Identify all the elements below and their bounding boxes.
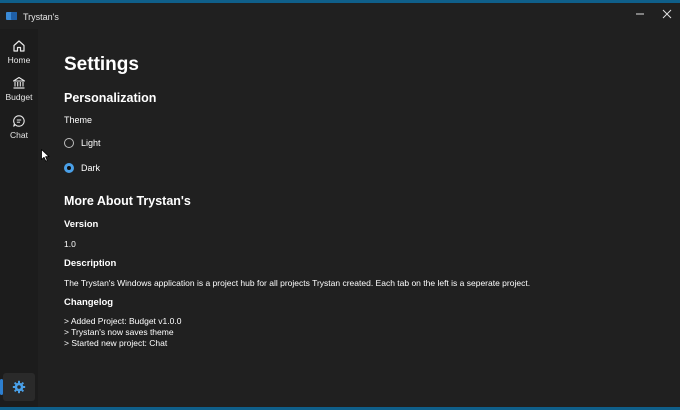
title-bar: Trystan's bbox=[0, 3, 680, 29]
app-window: Trystan's Home Budget Chat Settings Pers… bbox=[0, 3, 680, 407]
gear-icon bbox=[12, 380, 26, 394]
sidebar-item-settings[interactable] bbox=[3, 373, 35, 401]
bank-icon bbox=[12, 76, 26, 89]
changelog-list: > Added Project: Budget v1.0.0 > Trystan… bbox=[64, 316, 181, 349]
version-label: Version bbox=[64, 219, 99, 230]
app-logo-icon bbox=[6, 12, 17, 20]
description-text: The Trystan's Windows application is a p… bbox=[64, 278, 531, 288]
sidebar-item-home[interactable]: Home bbox=[0, 37, 38, 71]
description-label: Description bbox=[64, 258, 117, 269]
settings-page: Settings Personalization Theme Light Dar… bbox=[38, 29, 680, 407]
theme-radio-light[interactable]: Light bbox=[64, 138, 101, 148]
radio-button-unchecked[interactable] bbox=[64, 138, 74, 148]
changelog-item: > Trystan's now saves theme bbox=[64, 327, 174, 337]
home-icon bbox=[13, 40, 25, 52]
about-heading: More About Trystan's bbox=[64, 194, 191, 208]
radio-label: Light bbox=[81, 138, 101, 148]
minimize-button[interactable] bbox=[625, 3, 655, 25]
radio-button-checked[interactable] bbox=[64, 163, 74, 173]
theme-label: Theme bbox=[64, 115, 93, 125]
minimize-icon bbox=[636, 13, 644, 15]
sidebar-item-budget[interactable]: Budget bbox=[0, 74, 38, 108]
version-value: 1.0 bbox=[64, 239, 76, 249]
sidebar-item-label: Budget bbox=[5, 92, 33, 102]
changelog-label: Changelog bbox=[64, 297, 114, 308]
sidebar-item-label: Home bbox=[7, 55, 31, 65]
sidebar-item-label: Chat bbox=[10, 130, 28, 140]
window-title: Trystan's bbox=[23, 12, 59, 22]
close-button[interactable] bbox=[652, 3, 680, 25]
changelog-item: > Added Project: Budget v1.0.0 bbox=[64, 316, 182, 326]
personalization-heading: Personalization bbox=[64, 91, 157, 105]
chat-icon bbox=[13, 115, 25, 127]
radio-label: Dark bbox=[81, 163, 101, 173]
sidebar-item-chat[interactable]: Chat bbox=[0, 112, 38, 146]
sidebar: Home Budget Chat bbox=[0, 29, 38, 407]
theme-radio-dark[interactable]: Dark bbox=[64, 163, 100, 173]
changelog-item: > Started new project: Chat bbox=[64, 338, 168, 348]
mouse-cursor-icon bbox=[41, 149, 50, 162]
close-icon bbox=[662, 9, 672, 19]
page-title: Settings bbox=[64, 54, 139, 75]
